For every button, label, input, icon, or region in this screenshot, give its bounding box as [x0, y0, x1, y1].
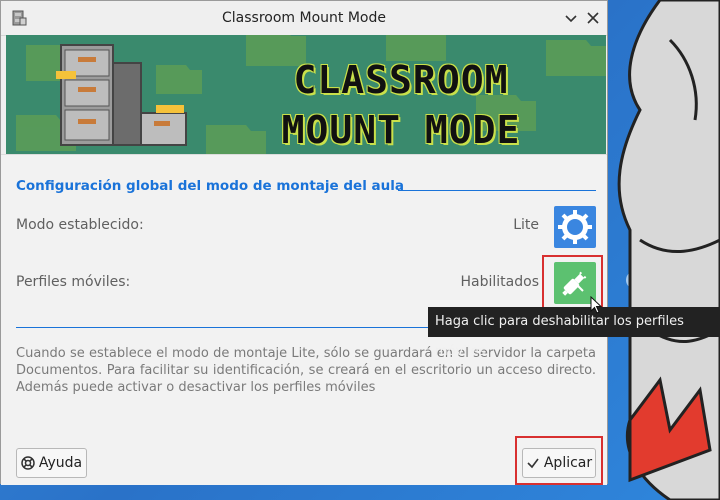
mode-value: Lite	[513, 217, 539, 233]
dialog-window: Classroom Mount Mode CLASSROOM MOUNT MOD…	[0, 0, 608, 485]
chevron-down-icon[interactable]	[562, 9, 580, 27]
profiles-value: Habilitados	[460, 274, 539, 290]
banner-line-2: MOUNT MODE	[281, 108, 521, 152]
section-title: Configuración global del modo de montaje…	[16, 178, 404, 194]
description-text: Cuando se establece el modo de montaje L…	[16, 346, 596, 395]
banner-title: CLASSROOM MOUNT MODE	[216, 55, 586, 154]
mouse-pointer-icon	[590, 296, 602, 314]
help-button-label: Ayuda	[38, 455, 83, 471]
mode-button[interactable]	[554, 206, 596, 248]
title-bar[interactable]: Classroom Mount Mode	[1, 1, 607, 36]
app-banner: CLASSROOM MOUNT MODE	[6, 35, 606, 154]
window-title: Classroom Mount Mode	[222, 10, 386, 26]
close-icon[interactable]	[584, 9, 602, 27]
tooltip: Haga clic para deshabilitar los perfiles…	[428, 307, 720, 359]
highlight-apply-button	[515, 436, 603, 485]
banner-line-1: CLASSROOM	[293, 58, 509, 102]
section-divider	[398, 190, 596, 191]
lifebuoy-icon	[21, 456, 35, 470]
help-button[interactable]: Ayuda	[16, 448, 87, 478]
profiles-label: Perfiles móviles:	[16, 274, 131, 290]
wallpaper-mascot	[617, 0, 720, 500]
mode-label: Modo establecido:	[16, 217, 144, 233]
gear-icon	[558, 210, 592, 244]
